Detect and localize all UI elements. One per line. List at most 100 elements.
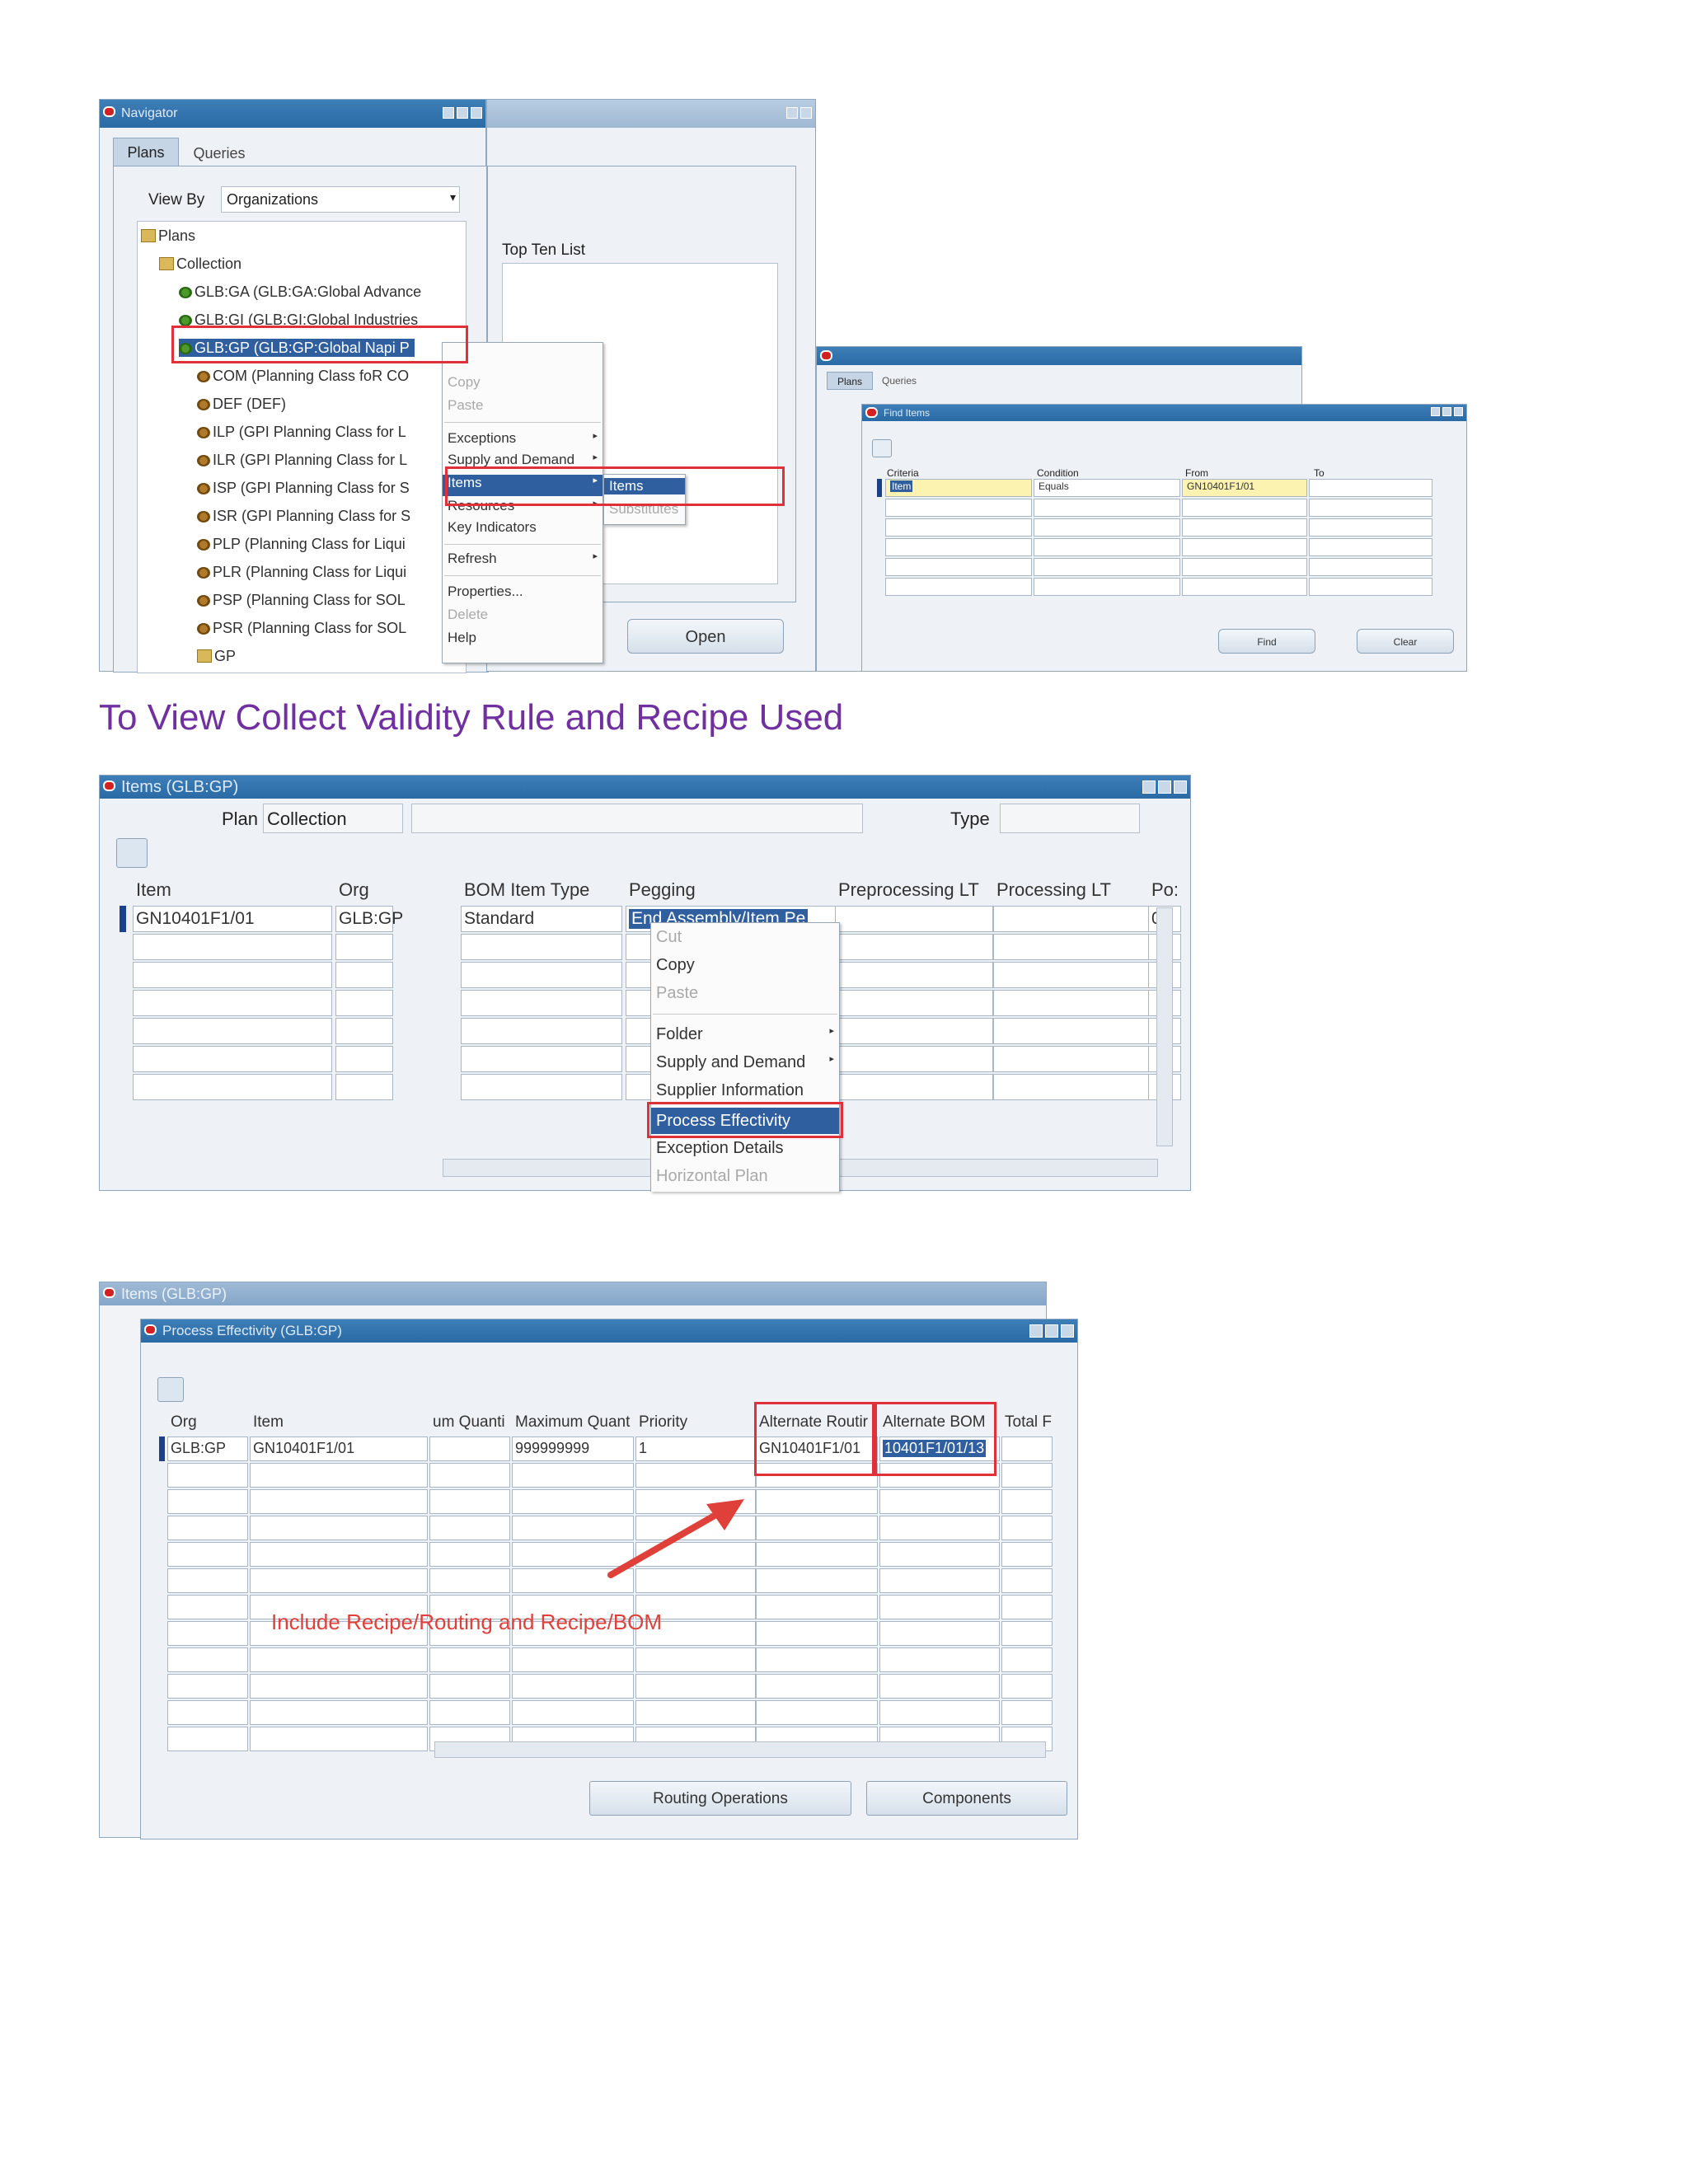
table-cell[interactable] [335, 990, 393, 1016]
maximize-icon[interactable] [457, 107, 468, 119]
find-cell[interactable] [885, 558, 1032, 576]
minimize-icon[interactable] [443, 107, 454, 119]
maximize-icon[interactable] [1158, 780, 1171, 794]
open-button[interactable]: Open [627, 619, 784, 654]
table-cell[interactable] [635, 1647, 756, 1672]
tree-item-plans[interactable]: Plans [141, 227, 195, 245]
find-cell[interactable] [1309, 538, 1432, 556]
find-cell[interactable] [1182, 518, 1307, 537]
menu-item-exceptions[interactable]: Exceptions ▸ [443, 430, 603, 447]
table-cell[interactable] [756, 1674, 878, 1699]
table-cell[interactable] [512, 1700, 634, 1725]
find-cell[interactable] [1034, 578, 1180, 596]
tree-item-plp[interactable]: PLP (Planning Class for Liqui [197, 535, 406, 553]
table-cell[interactable] [1001, 1595, 1053, 1619]
menu-item-copy[interactable]: Copy [443, 374, 603, 391]
table-cell[interactable] [993, 1046, 1151, 1072]
components-button[interactable]: Components [866, 1781, 1067, 1816]
menu-item-paste[interactable]: Paste [651, 984, 839, 1003]
tab-plans[interactable]: Plans [113, 138, 179, 166]
menu-item-paste[interactable]: Paste [443, 397, 603, 414]
table-cell[interactable] [133, 1074, 332, 1100]
table-cell[interactable] [756, 1516, 878, 1540]
table-cell[interactable] [167, 1621, 248, 1646]
tree-item-plr[interactable]: PLR (Planning Class for Liqui [197, 563, 406, 581]
horizontal-scrollbar[interactable] [434, 1741, 1046, 1758]
table-cell[interactable] [993, 1018, 1151, 1044]
table-cell[interactable] [835, 1046, 993, 1072]
table-cell[interactable] [167, 1595, 248, 1619]
tree-item-psr[interactable]: PSR (Planning Class for SOL [197, 619, 406, 637]
table-cell[interactable] [993, 934, 1151, 960]
vertical-scrollbar[interactable] [1156, 907, 1173, 1146]
view-by-select[interactable]: Organizations ▾ [221, 186, 460, 213]
table-cell[interactable] [993, 906, 1151, 932]
table-cell[interactable] [879, 1595, 1000, 1619]
table-cell[interactable] [250, 1516, 428, 1540]
table-cell[interactable] [461, 934, 622, 960]
table-cell[interactable] [461, 1018, 622, 1044]
table-cell[interactable] [756, 1568, 878, 1593]
table-cell[interactable] [133, 1018, 332, 1044]
table-cell[interactable] [461, 962, 622, 988]
table-cell[interactable] [512, 1674, 634, 1699]
table-cell[interactable] [993, 962, 1151, 988]
table-cell[interactable] [429, 1542, 510, 1567]
tab-queries[interactable]: Queries [182, 141, 256, 166]
table-cell[interactable] [1001, 1674, 1053, 1699]
maximize-icon[interactable] [1045, 1324, 1058, 1338]
minimize-icon[interactable] [1142, 780, 1156, 794]
table-cell[interactable] [461, 990, 622, 1016]
table-cell[interactable] [879, 1700, 1000, 1725]
table-cell[interactable] [167, 1647, 248, 1672]
close-icon[interactable] [1061, 1324, 1074, 1338]
table-cell[interactable] [250, 1542, 428, 1567]
menu-item-refresh[interactable]: Refresh ▸ [443, 551, 603, 567]
table-cell[interactable] [993, 990, 1151, 1016]
small-tab-queries[interactable]: Queries [874, 372, 924, 390]
minimize-icon[interactable] [1029, 1324, 1043, 1338]
table-cell[interactable] [167, 1463, 248, 1488]
table-cell[interactable] [835, 1074, 993, 1100]
table-cell[interactable] [429, 1436, 510, 1461]
maximize-icon[interactable] [1442, 407, 1451, 416]
table-cell[interactable] [250, 1727, 428, 1751]
find-cell[interactable] [1034, 538, 1180, 556]
table-cell[interactable] [167, 1674, 248, 1699]
small-tab-plans[interactable]: Plans [827, 372, 873, 390]
table-cell[interactable] [429, 1463, 510, 1488]
table-cell[interactable] [429, 1647, 510, 1672]
close-icon[interactable] [800, 107, 812, 119]
table-cell[interactable] [879, 1621, 1000, 1646]
menu-item-key-indicators[interactable]: Key Indicators [443, 519, 603, 536]
menu-item-exception-details[interactable]: Exception Details [651, 1139, 839, 1158]
table-cell[interactable] [429, 1700, 510, 1725]
menu-item-delete[interactable]: Delete [443, 607, 603, 623]
table-cell[interactable] [1001, 1621, 1053, 1646]
menu-item-horizontal-plan[interactable]: Horizontal Plan [651, 1167, 839, 1186]
tree-item-psp[interactable]: PSP (Planning Class for SOL [197, 591, 406, 609]
tree-item-gp[interactable]: GP [197, 647, 236, 665]
table-cell[interactable] [429, 1568, 510, 1593]
menu-item-properties[interactable]: Properties... [443, 583, 603, 600]
plan-field[interactable]: Collection [263, 804, 403, 833]
menu-item-supplier-information[interactable]: Supplier Information [651, 1081, 839, 1100]
table-cell[interactable] [1001, 1463, 1053, 1488]
table-cell[interactable] [756, 1647, 878, 1672]
find-cell[interactable] [1182, 558, 1307, 576]
table-cell[interactable] [461, 1046, 622, 1072]
find-cell[interactable] [1309, 578, 1432, 596]
plan-description-field[interactable] [411, 804, 863, 833]
table-cell[interactable] [335, 1074, 393, 1100]
tree-item-def[interactable]: DEF (DEF) [197, 395, 286, 413]
table-cell[interactable] [133, 990, 332, 1016]
find-cell[interactable] [1309, 499, 1432, 517]
table-cell[interactable] [335, 934, 393, 960]
table-cell[interactable] [167, 1516, 248, 1540]
table-cell[interactable] [835, 962, 993, 988]
table-cell[interactable] [250, 1674, 428, 1699]
table-cell[interactable] [835, 934, 993, 960]
menu-item-cut[interactable]: Cut [651, 928, 839, 947]
minimize-icon[interactable] [786, 107, 798, 119]
table-cell[interactable] [133, 934, 332, 960]
